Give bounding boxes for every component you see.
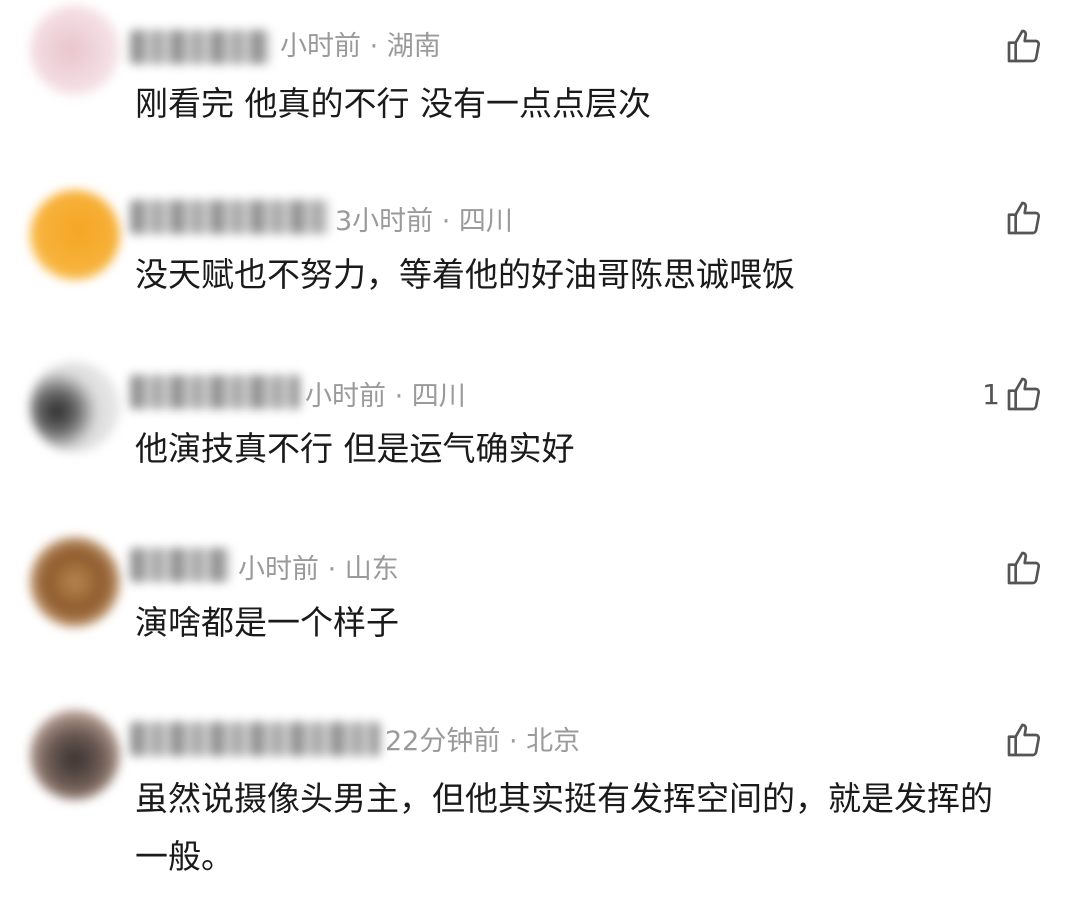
comment-meta: 3小时前 · 四川: [335, 206, 513, 237]
avatar[interactable]: [30, 537, 120, 627]
like-button[interactable]: [1000, 720, 1044, 760]
username-blurred[interactable]: [130, 375, 300, 409]
thumbs-up-icon: [1007, 551, 1041, 585]
comment-meta: 22分钟前 · 北京: [385, 726, 581, 757]
comment-text: 虽然说摄像头男主，但他其实挺有发挥空间的，就是发挥的一般。: [135, 779, 993, 876]
username-blurred[interactable]: [130, 200, 330, 234]
username-blurred[interactable]: [130, 722, 380, 756]
avatar[interactable]: [30, 190, 120, 280]
like-button[interactable]: [1000, 26, 1044, 66]
comment-text: 他演技真不行 但是运气确实好: [135, 429, 575, 468]
comment-meta: 小时前 · 湖南: [280, 31, 441, 62]
comment-text: 刚看完 他真的不行 没有一点点层次: [135, 84, 651, 123]
comment-meta: 小时前 · 山东: [238, 554, 399, 585]
comment-text: 演啥都是一个样子: [135, 603, 399, 642]
comment-text: 没天赋也不努力，等着他的好油哥陈思诚喂饭: [135, 255, 795, 294]
comment-meta: 小时前 · 四川: [305, 381, 466, 412]
like-button[interactable]: [1000, 548, 1044, 588]
avatar[interactable]: [30, 362, 120, 452]
thumbs-up-icon: [1007, 29, 1041, 63]
avatar[interactable]: [30, 710, 120, 800]
avatar[interactable]: [30, 5, 120, 95]
username-blurred[interactable]: [130, 30, 270, 64]
username-blurred[interactable]: [130, 548, 230, 582]
thumbs-up-icon: [1007, 377, 1041, 411]
like-button[interactable]: [1000, 198, 1044, 238]
thumbs-up-icon: [1007, 723, 1041, 757]
thumbs-up-icon: [1007, 201, 1041, 235]
like-count: 1: [982, 377, 1000, 411]
like-button[interactable]: 1: [982, 374, 1044, 414]
